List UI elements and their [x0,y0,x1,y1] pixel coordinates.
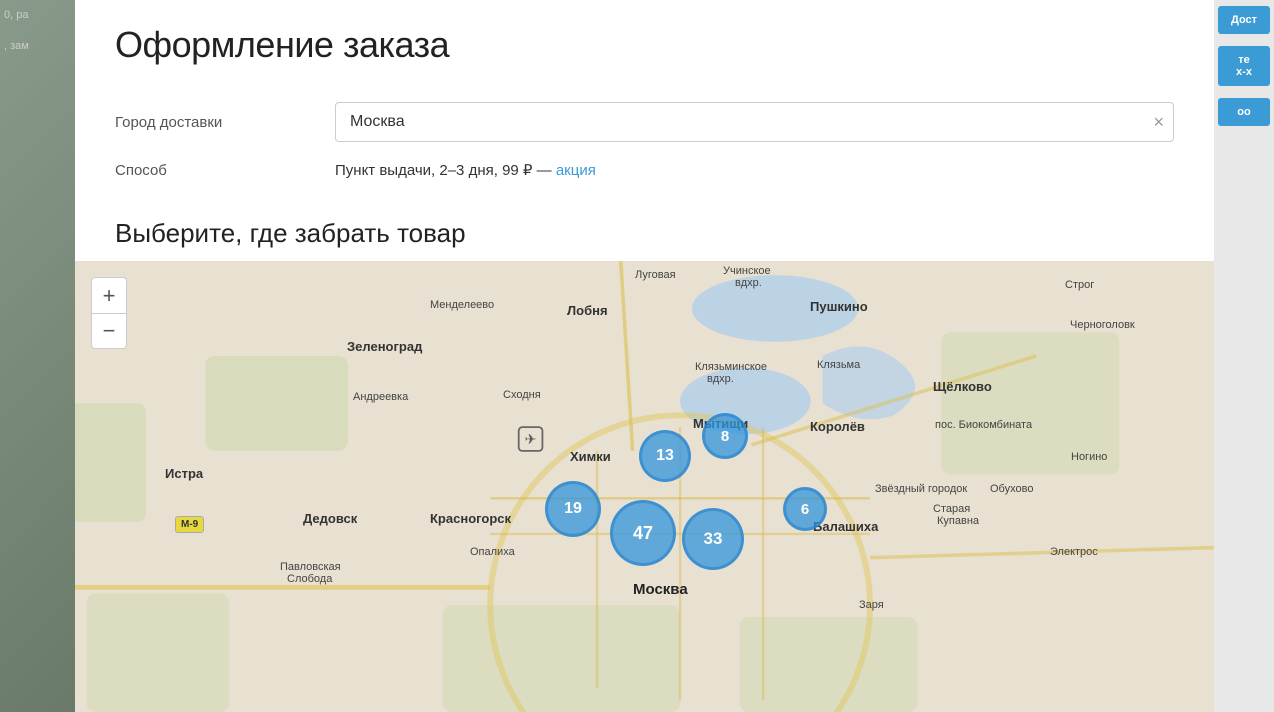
pickup-section-title: Выберите, где забрать товар [75,210,1214,261]
method-row: Способ Пункт выдачи, 2–3 дня, 99 ₽ — акц… [115,146,1174,194]
map-svg: ✈ [75,261,1214,712]
cluster-33[interactable]: 33 [682,508,744,570]
city-field-wrapper: × [335,102,1174,142]
map-controls: + − [91,277,127,349]
cluster-47[interactable]: 47 [610,500,676,566]
city-label: Город доставки [115,114,335,131]
method-base-text: Пункт выдачи, 2–3 дня, [335,162,502,179]
method-value: Пункт выдачи, 2–3 дня, 99 ₽ — акция [335,161,1174,179]
product-hint-panel: 0, ра , зам [0,0,75,712]
map-background: ✈ Луговая Учинское вдхр. Менделеево Лобн… [75,261,1214,712]
sidebar-btn-1[interactable]: Дост [1218,6,1270,34]
form-section: Город доставки × Способ Пункт выдачи, 2–… [75,82,1214,210]
sidebar-right: Дост тех-х оо [1214,0,1274,712]
hint-text-1: 0, ра [0,0,75,31]
modal-header: Оформление заказа [75,0,1214,82]
road-badge-m9: М-9 [175,516,204,533]
clear-city-button[interactable]: × [1153,113,1164,131]
cluster-13[interactable]: 13 [639,430,691,482]
map-container[interactable]: ✈ Луговая Учинское вдхр. Менделеево Лобн… [75,261,1214,712]
city-input[interactable] [335,102,1174,142]
svg-text:✈: ✈ [525,432,537,448]
hint-text-2: , зам [0,31,75,62]
zoom-out-button[interactable]: − [91,313,127,349]
cluster-8[interactable]: 8 [702,413,748,459]
zoom-in-button[interactable]: + [91,277,127,313]
checkout-modal: Оформление заказа Город доставки × Спосо… [75,0,1214,712]
cluster-19[interactable]: 19 [545,481,601,537]
cluster-6[interactable]: 6 [783,487,827,531]
method-dash-text: — [532,162,555,179]
city-input-container: × [335,102,1174,142]
sidebar-btn-3[interactable]: оо [1218,98,1270,126]
method-price-text: 99 ₽ [502,162,532,179]
modal-title: Оформление заказа [115,24,1174,66]
method-label: Способ [115,162,335,179]
sidebar-btn-2[interactable]: тех-х [1218,46,1270,86]
promo-link[interactable]: акция [556,162,596,179]
city-row: Город доставки × [115,98,1174,146]
